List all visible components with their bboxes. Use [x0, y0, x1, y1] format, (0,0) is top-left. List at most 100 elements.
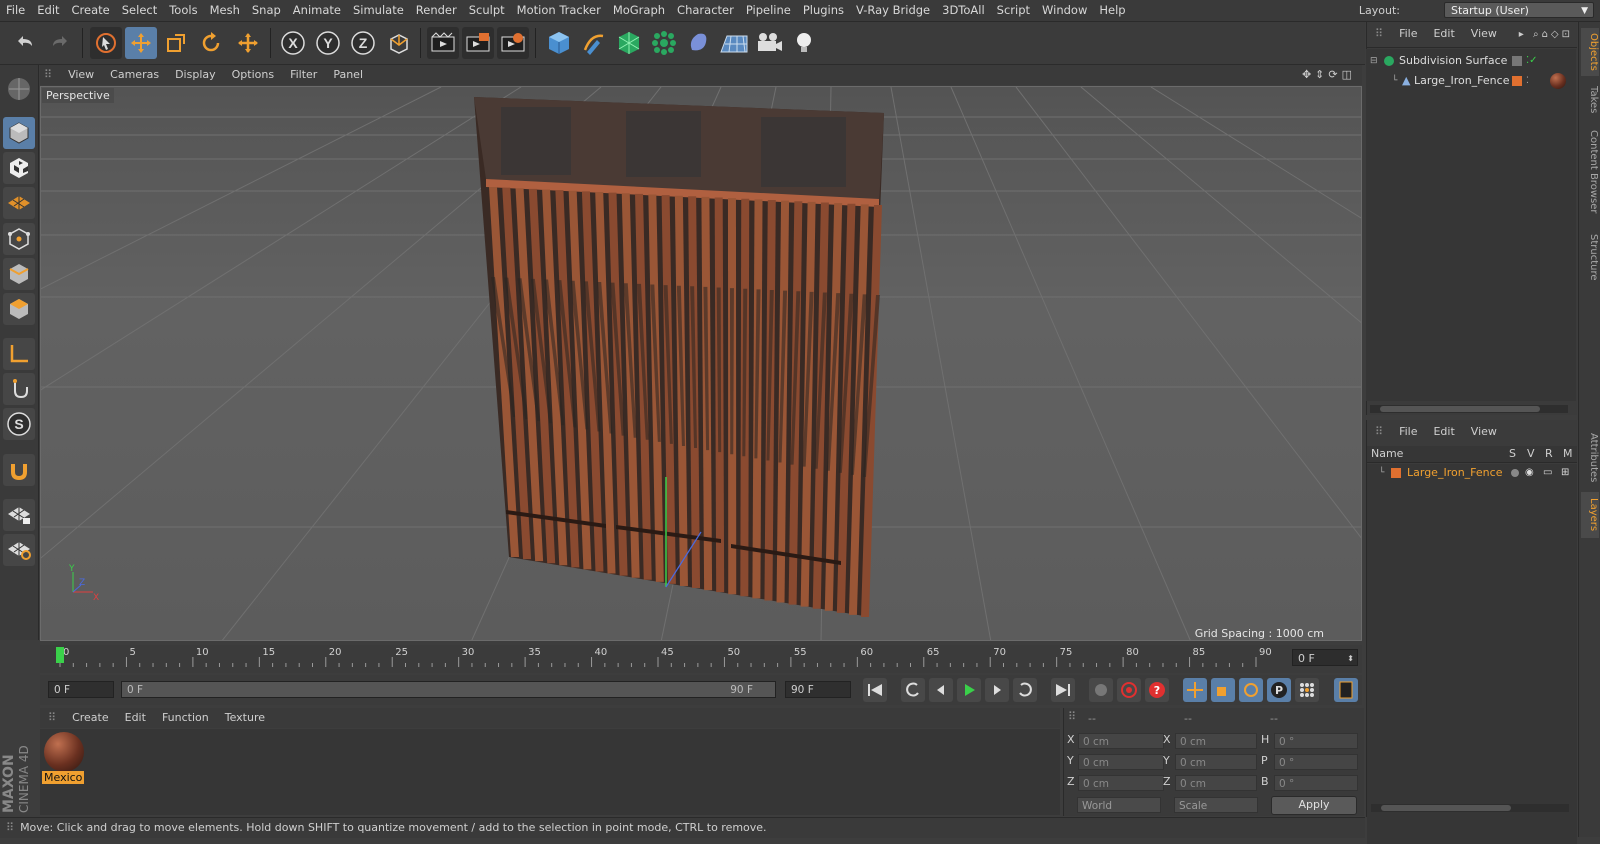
start-frame-field[interactable]: 0 F	[48, 681, 114, 698]
manager-toggle-icon[interactable]: ⊞	[1561, 464, 1569, 482]
play-icon[interactable]	[957, 678, 981, 702]
coord-size-mode-select[interactable]: Scale	[1174, 797, 1258, 813]
layer-name[interactable]: Large_Iron_Fence	[1407, 464, 1502, 482]
material-name[interactable]: Mexico	[42, 771, 85, 784]
points-mode-icon[interactable]	[3, 223, 35, 255]
layer-swatch-icon[interactable]	[1512, 56, 1522, 66]
tab-layers[interactable]: Layers	[1581, 492, 1599, 538]
column-solo[interactable]: S	[1509, 446, 1516, 462]
tab-structure[interactable]: Structure	[1581, 227, 1599, 287]
coord-pos-y-field[interactable]: 0 cm	[1078, 754, 1164, 770]
render-settings-icon[interactable]	[497, 27, 529, 59]
coord-rot-p-field[interactable]: 0 °	[1274, 754, 1358, 770]
layer-menu-edit[interactable]: Edit	[1425, 420, 1462, 444]
column-render[interactable]: R	[1545, 446, 1553, 462]
key-scale-icon[interactable]	[1211, 678, 1235, 702]
key-rotation-icon[interactable]	[1239, 678, 1263, 702]
viewport-3d[interactable]: Y Z X	[40, 86, 1362, 641]
step-back-icon[interactable]	[929, 678, 953, 702]
visibility-dots-icon[interactable]: ⁚	[1526, 72, 1529, 90]
timeline-window-icon[interactable]	[1334, 678, 1358, 702]
cube-icon[interactable]	[543, 27, 575, 59]
select-arrow-icon[interactable]	[90, 27, 122, 59]
viewport-nav-icons[interactable]: ✥⇕⟳◫	[1302, 65, 1356, 85]
menu-mograph[interactable]: MoGraph	[607, 0, 671, 21]
coord-pos-x-field[interactable]: 0 cm	[1078, 733, 1164, 749]
go-to-end-icon[interactable]	[1051, 678, 1075, 702]
menu-tools[interactable]: Tools	[163, 0, 203, 21]
material-menu-function[interactable]: Function	[154, 708, 217, 728]
keyframe-selection-icon[interactable]	[1089, 678, 1113, 702]
object-row[interactable]: ⊟ Subdivision Surface ⁚✓	[1366, 52, 1576, 70]
coord-rot-h-field[interactable]: 0 °	[1274, 733, 1358, 749]
coord-size-x-field[interactable]: 0 cm	[1175, 733, 1257, 749]
deformer-icon[interactable]	[683, 27, 715, 59]
record-icon[interactable]	[1117, 678, 1141, 702]
magnet-icon[interactable]	[3, 454, 35, 486]
viewport-menu-filter[interactable]: Filter	[282, 65, 325, 85]
menu-help[interactable]: Help	[1093, 0, 1131, 21]
autokey-icon[interactable]: ?	[1145, 678, 1169, 702]
menu-create[interactable]: Create	[66, 0, 116, 21]
step-forward-icon[interactable]	[985, 678, 1009, 702]
menu-select[interactable]: Select	[116, 0, 163, 21]
layer-horizontal-scrollbar[interactable]	[1371, 804, 1569, 812]
material-tag-icon[interactable]	[1550, 73, 1566, 89]
workplane-lock-icon[interactable]	[3, 499, 35, 531]
layer-row[interactable]: └ Large_Iron_Fence ◉ ▭ ⊞	[1367, 464, 1577, 482]
viewport-menu-display[interactable]: Display	[167, 65, 224, 85]
object-name[interactable]: Subdivision Surface	[1399, 52, 1507, 70]
tab-takes[interactable]: Takes	[1581, 82, 1599, 118]
object-menu-edit[interactable]: Edit	[1425, 22, 1462, 46]
workplane-icon[interactable]	[3, 187, 35, 219]
next-key-icon[interactable]	[1013, 678, 1037, 702]
menu-plugins[interactable]: Plugins	[797, 0, 850, 21]
workplane-rotate-icon[interactable]	[3, 534, 35, 566]
coord-size-y-field[interactable]: 0 cm	[1175, 754, 1257, 770]
polygons-mode-icon[interactable]	[3, 293, 35, 325]
viewport-menu-view[interactable]: View	[60, 65, 102, 85]
layer-color-swatch[interactable]	[1512, 76, 1522, 86]
coord-mode-select[interactable]: World	[1077, 797, 1161, 813]
redo-icon[interactable]	[44, 27, 76, 59]
go-to-start-icon[interactable]	[863, 678, 887, 702]
menu-snap[interactable]: Snap	[246, 0, 287, 21]
axis-mode-icon[interactable]	[3, 338, 35, 370]
rotate-icon[interactable]	[195, 27, 227, 59]
edges-mode-icon[interactable]	[3, 258, 35, 290]
object-menu-view[interactable]: View	[1463, 22, 1505, 46]
object-menu-file[interactable]: File	[1391, 22, 1425, 46]
undo-icon[interactable]	[9, 27, 41, 59]
menu-motion-tracker[interactable]: Motion Tracker	[511, 0, 607, 21]
menu-simulate[interactable]: Simulate	[347, 0, 410, 21]
render-view-icon[interactable]	[427, 27, 459, 59]
x-axis-icon[interactable]: X	[277, 27, 309, 59]
current-frame-field[interactable]: 0 F ⬍	[1292, 649, 1358, 666]
scrollbar-thumb[interactable]	[1381, 805, 1511, 811]
tab-objects[interactable]: Objects	[1581, 28, 1599, 76]
viewport-menu-options[interactable]: Options	[224, 65, 282, 85]
menu-3dtoall[interactable]: 3DToAll	[936, 0, 991, 21]
menu-character[interactable]: Character	[671, 0, 740, 21]
menu-file[interactable]: File	[0, 0, 31, 21]
key-parameter-icon[interactable]: P	[1267, 678, 1291, 702]
menu-animate[interactable]: Animate	[287, 0, 347, 21]
solo-toggle-icon[interactable]	[1511, 469, 1519, 477]
layer-menu-file[interactable]: File	[1391, 420, 1425, 444]
object-row[interactable]: └ ▲ Large_Iron_Fence ⁚	[1366, 72, 1576, 90]
coordinate-system-icon[interactable]	[383, 27, 415, 59]
snapping-icon[interactable]: S	[3, 408, 35, 440]
key-pla-icon[interactable]	[1295, 678, 1319, 702]
end-frame-field[interactable]: 90 F	[785, 681, 851, 698]
render-toggle-icon[interactable]: ▭	[1543, 464, 1552, 482]
viewport-menu-panel[interactable]: Panel	[325, 65, 371, 85]
material-menu-create[interactable]: Create	[64, 708, 117, 728]
model-mode-icon[interactable]	[3, 117, 35, 149]
menu-sculpt[interactable]: Sculpt	[463, 0, 511, 21]
menu-render[interactable]: Render	[410, 0, 463, 21]
column-visible[interactable]: V	[1527, 446, 1535, 462]
menu-window[interactable]: Window	[1036, 0, 1093, 21]
menu-script[interactable]: Script	[991, 0, 1036, 21]
layer-color-swatch[interactable]	[1391, 468, 1401, 478]
tab-attributes[interactable]: Attributes	[1581, 427, 1599, 489]
